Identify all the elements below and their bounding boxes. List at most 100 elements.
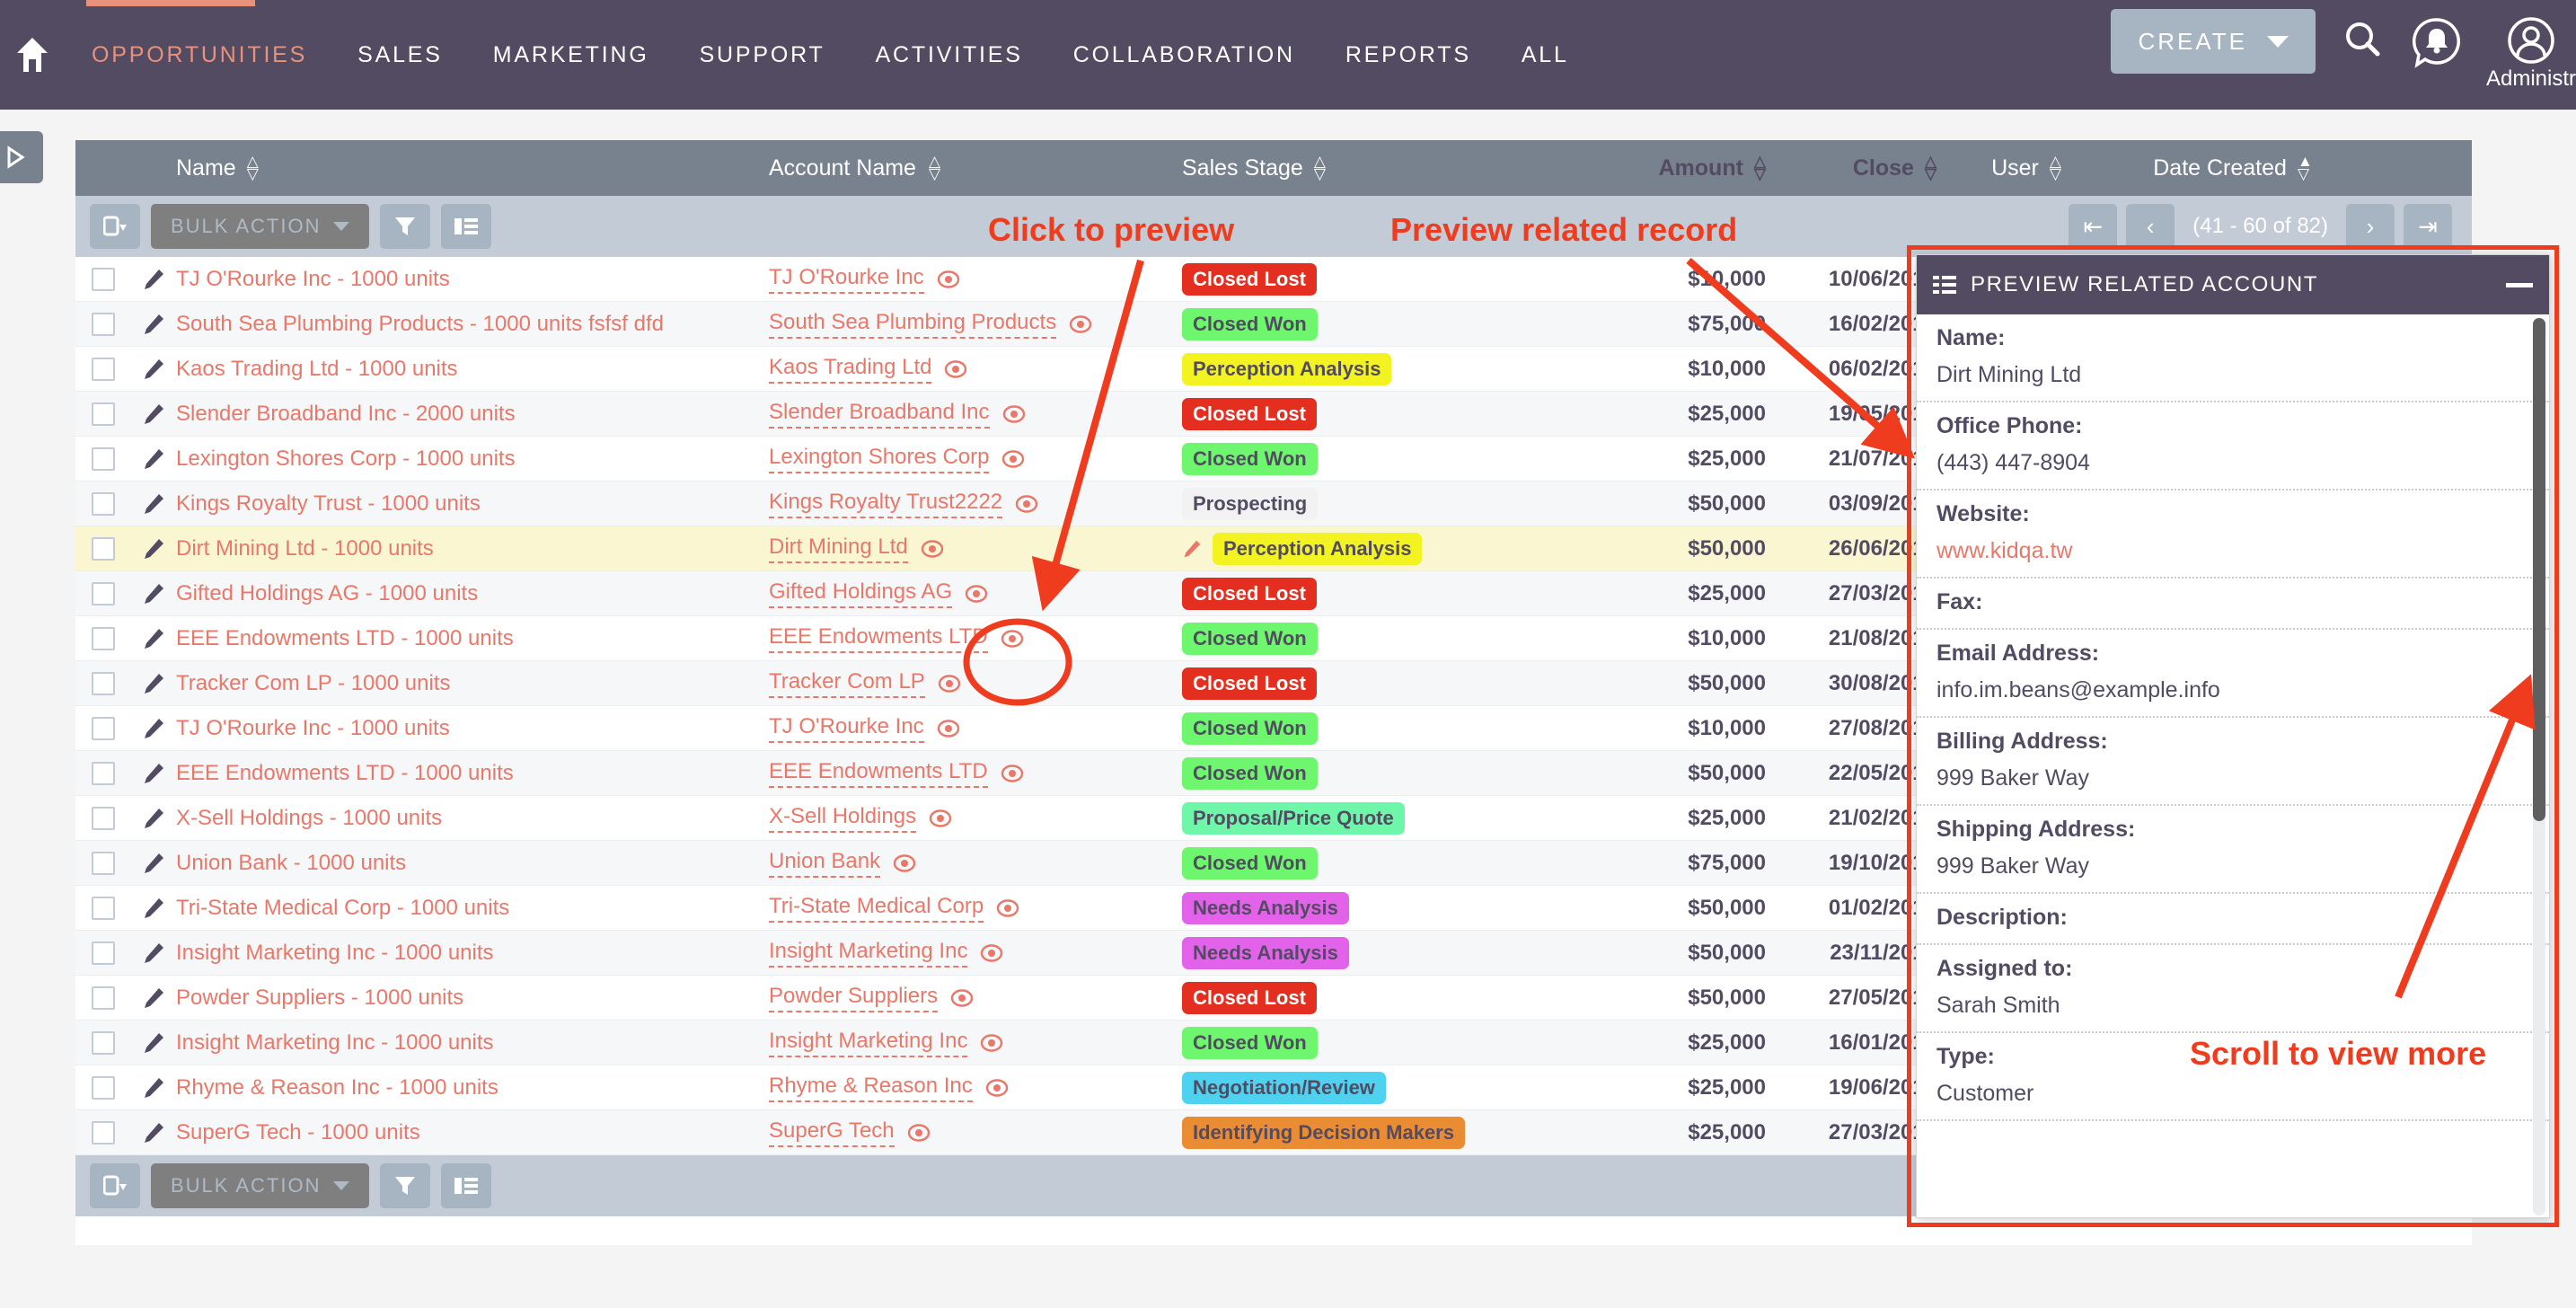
filter-button-bottom[interactable] [380,1163,431,1208]
eye-preview-icon[interactable] [893,853,916,872]
row-opportunity-name[interactable]: Tracker Com LP - 1000 units [176,671,769,696]
pencil-edit-icon[interactable] [142,852,165,875]
column-header-user[interactable]: User △ ▽ [1936,154,2116,181]
row-account-link[interactable]: Insight Marketing Inc [769,1029,968,1057]
eye-preview-icon[interactable] [1069,314,1092,333]
eye-preview-icon[interactable] [1002,404,1026,423]
row-checkbox[interactable] [92,985,115,1010]
eye-preview-icon[interactable] [929,809,952,827]
eye-preview-icon[interactable] [1001,449,1025,468]
row-account-link[interactable]: X-Sell Holdings [769,804,917,833]
row-opportunity-name[interactable]: Kings Royalty Trust - 1000 units [176,491,769,517]
pencil-edit-icon[interactable] [142,941,165,965]
column-header-close[interactable]: Close △ ▽ [1766,154,1936,181]
row-checkbox[interactable] [92,312,115,336]
pencil-edit-icon[interactable] [142,897,165,920]
row-account-link[interactable]: Kings Royalty Trust2222 [769,490,1003,518]
preview-field-value[interactable]: www.kidqa.tw [1936,538,2529,564]
pencil-edit-icon[interactable] [142,672,165,695]
nav-item-opportunities[interactable]: OPPORTUNITIES [66,42,332,68]
pencil-edit-icon[interactable] [142,402,165,426]
select-all-dropdown-button[interactable] [90,204,140,249]
pencil-edit-icon[interactable] [142,1031,165,1055]
pencil-edit-icon[interactable] [142,986,165,1010]
row-account-link[interactable]: Rhyme & Reason Inc [769,1074,973,1102]
row-account-link[interactable]: TJ O'Rourke Inc [769,265,924,294]
row-checkbox[interactable] [92,581,115,605]
row-opportunity-name[interactable]: Powder Suppliers - 1000 units [176,985,769,1011]
row-checkbox[interactable] [92,626,115,650]
row-account-link[interactable]: SuperG Tech [769,1118,895,1147]
row-opportunity-name[interactable]: EEE Endowments LTD - 1000 units [176,761,769,786]
row-opportunity-name[interactable]: SuperG Tech - 1000 units [176,1120,769,1145]
row-opportunity-name[interactable]: Gifted Holdings AG - 1000 units [176,581,769,606]
row-opportunity-name[interactable]: Kaos Trading Ltd - 1000 units [176,357,769,382]
bulk-action-button[interactable]: BULK ACTION [151,204,370,249]
profile-button[interactable]: Administr [2486,9,2576,92]
preview-scrollbar-thumb[interactable] [2533,318,2545,821]
next-page-button[interactable]: › [2346,204,2395,249]
eye-preview-icon[interactable] [980,943,1003,962]
select-all-dropdown-button-bottom[interactable] [90,1163,140,1208]
row-account-link[interactable]: Union Bank [769,849,881,878]
eye-preview-icon[interactable] [937,719,960,738]
row-opportunity-name[interactable]: X-Sell Holdings - 1000 units [176,806,769,831]
row-checkbox[interactable] [92,267,115,291]
row-checkbox[interactable] [92,402,115,426]
row-account-link[interactable]: EEE Endowments LTD [769,759,988,788]
row-checkbox[interactable] [92,357,115,381]
column-chooser-button[interactable] [441,204,492,249]
row-checkbox[interactable] [92,761,115,785]
row-checkbox[interactable] [92,1120,115,1144]
row-opportunity-name[interactable]: Slender Broadband Inc - 2000 units [176,402,769,427]
row-account-link[interactable]: TJ O'Rourke Inc [769,714,924,743]
pencil-edit-icon[interactable] [142,358,165,381]
minimize-icon[interactable] [2506,282,2533,287]
row-account-link[interactable]: South Sea Plumbing Products [769,310,1057,339]
row-account-link[interactable]: Gifted Holdings AG [769,579,953,608]
pencil-edit-icon[interactable] [142,492,165,516]
nav-item-sales[interactable]: SALES [332,42,468,68]
column-header-date-created[interactable]: Date Created ▲ ▽ [2116,154,2350,181]
nav-item-all[interactable]: ALL [1496,42,1594,68]
pencil-edit-icon[interactable] [142,313,165,336]
eye-preview-icon[interactable] [965,584,988,603]
row-opportunity-name[interactable]: Union Bank - 1000 units [176,851,769,876]
row-checkbox[interactable] [92,716,115,740]
column-header-account-name[interactable]: Account Name △ ▽ [769,154,1182,181]
eye-preview-icon[interactable] [944,359,967,378]
pencil-edit-icon[interactable] [142,762,165,785]
last-page-button[interactable]: ⇥ [2404,204,2452,249]
eye-preview-icon[interactable] [907,1123,931,1142]
row-checkbox[interactable] [92,446,115,471]
row-opportunity-name[interactable]: TJ O'Rourke Inc - 1000 units [176,716,769,741]
row-account-link[interactable]: Lexington Shores Corp [769,445,990,473]
first-page-button[interactable]: ⇤ [2069,204,2118,249]
row-account-link[interactable]: Tracker Com LP [769,669,925,698]
row-account-link[interactable]: Insight Marketing Inc [769,939,968,968]
pencil-edit-icon[interactable] [142,1121,165,1144]
previous-page-button[interactable]: ‹ [2126,204,2175,249]
pencil-edit-icon[interactable] [142,537,165,561]
row-checkbox[interactable] [92,536,115,561]
pencil-edit-icon[interactable] [1182,539,1202,559]
nav-item-collaboration[interactable]: COLLABORATION [1048,42,1320,68]
notifications-button[interactable] [2411,9,2463,68]
eye-preview-icon[interactable] [985,1078,1009,1097]
eye-preview-icon[interactable] [996,898,1019,917]
pencil-edit-icon[interactable] [142,268,165,291]
row-account-link[interactable]: Kaos Trading Ltd [769,355,932,384]
pencil-edit-icon[interactable] [142,627,165,650]
nav-item-support[interactable]: SUPPORT [675,42,851,68]
nav-item-reports[interactable]: REPORTS [1320,42,1496,68]
row-checkbox[interactable] [92,896,115,920]
column-chooser-button-bottom[interactable] [441,1163,492,1208]
row-account-link[interactable]: Powder Suppliers [769,984,939,1012]
column-header-name[interactable]: Name △ ▽ [176,155,769,181]
row-opportunity-name[interactable]: Rhyme & Reason Inc - 1000 units [176,1075,769,1100]
filter-button[interactable] [380,204,431,249]
row-opportunity-name[interactable]: TJ O'Rourke Inc - 1000 units [176,267,769,292]
eye-preview-icon[interactable] [1001,629,1024,648]
eye-preview-icon[interactable] [937,270,960,288]
row-account-link[interactable]: Tri-State Medical Corp [769,894,984,923]
